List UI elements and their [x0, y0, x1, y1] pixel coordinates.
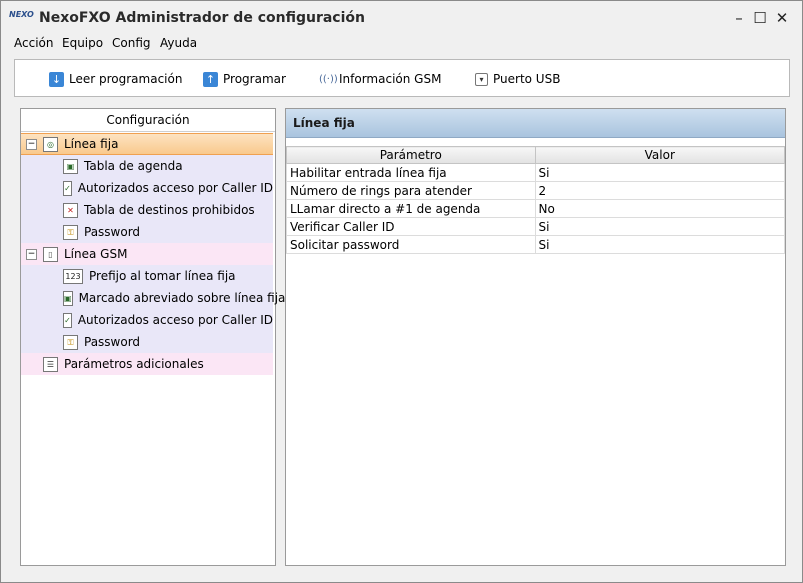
value-cell[interactable]: No — [534, 199, 786, 218]
tree-item-label: Tabla de destinos prohibidos — [84, 203, 255, 217]
phone-icon: ◎ — [43, 136, 58, 152]
tree-item-label: Parámetros adicionales — [64, 357, 204, 371]
tree-item-label: Password — [84, 335, 141, 349]
tree-item-linea-fija[interactable]: − ◎ Línea fija — [21, 133, 273, 155]
tree-item-label: Password — [84, 225, 141, 239]
gsm-info-label: Información GSM — [339, 72, 442, 86]
value-cell[interactable]: Si — [534, 235, 786, 254]
table-row[interactable]: Solicitar password Si — [286, 235, 786, 254]
tree-item-prefijo[interactable]: 123 Prefijo al tomar línea fija — [21, 265, 273, 287]
table-row[interactable]: Número de rings para atender 2 — [286, 181, 786, 200]
numbers-123-icon: 123 — [63, 268, 83, 284]
read-programming-button[interactable]: ↓ Leer programación — [49, 70, 182, 88]
value-cell[interactable]: Si — [534, 217, 786, 236]
table-row[interactable]: LLamar directo a #1 de agenda No — [286, 199, 786, 218]
table-row[interactable]: Verificar Caller ID Si — [286, 217, 786, 236]
menu-accion[interactable]: Acción — [14, 36, 53, 50]
param-cell: Solicitar password — [286, 235, 536, 254]
read-programming-label: Leer programación — [69, 72, 183, 86]
menu-config[interactable]: Config — [112, 36, 151, 50]
tree-item-marcado-abreviado[interactable]: ▣ Marcado abreviado sobre línea fija — [21, 287, 285, 309]
menu-equipo[interactable]: Equipo — [62, 36, 103, 50]
value-cell[interactable]: Si — [534, 163, 786, 182]
toolbar: ↓ Leer programación ↑ Programar ((·)) In… — [14, 59, 790, 97]
parameters-table: Parámetro Valor Habilitar entrada línea … — [286, 146, 786, 254]
column-header-parametro[interactable]: Parámetro — [286, 146, 536, 164]
tree-item-password-fija[interactable]: ⚿ Password — [21, 221, 273, 243]
key-icon: ⚿ — [63, 334, 78, 350]
tree-item-tabla-agenda[interactable]: ▣ Tabla de agenda — [21, 155, 273, 177]
param-cell: Número de rings para atender — [286, 181, 536, 200]
tree-item-label: Tabla de agenda — [84, 159, 183, 173]
tree-item-label: Línea fija — [64, 137, 119, 151]
checkmark-icon: ✓ — [63, 312, 72, 328]
agenda-book-icon: ▣ — [63, 158, 78, 174]
param-cell: Habilitar entrada línea fija — [286, 163, 536, 182]
close-button[interactable]: ✕ — [771, 8, 793, 28]
tree-item-autorizados-gsm[interactable]: ✓ Autorizados acceso por Caller ID — [21, 309, 273, 331]
detail-title: Línea fija — [293, 116, 355, 130]
tree-item-label: Autorizados acceso por Caller ID — [77, 313, 273, 327]
window-title: NexoFXO Administrador de configuración — [39, 10, 365, 26]
title-bar: NEXO NexoFXO Administrador de configurac… — [1, 1, 802, 35]
menu-ayuda[interactable]: Ayuda — [160, 36, 197, 50]
app-window: NEXO NexoFXO Administrador de configurac… — [0, 0, 803, 583]
download-arrow-icon: ↓ — [49, 71, 64, 87]
program-button[interactable]: ↑ Programar — [203, 70, 286, 88]
table-row[interactable]: Habilitar entrada línea fija Si — [286, 163, 786, 182]
minimize-button[interactable]: – — [728, 8, 750, 28]
tree-item-label: Marcado abreviado sobre línea fija — [78, 291, 286, 305]
value-cell[interactable]: 2 — [534, 181, 786, 200]
usb-port-label: Puerto USB — [493, 72, 561, 86]
detail-panel-header: Línea fija — [286, 109, 785, 138]
nexo-logo-icon: NEXO — [9, 10, 34, 19]
tree-header: Configuración — [21, 109, 275, 132]
checkmark-icon: ✓ — [63, 180, 72, 196]
key-icon: ⚿ — [63, 224, 78, 240]
column-header-valor[interactable]: Valor — [534, 146, 786, 164]
tree-item-destinos-prohibidos[interactable]: ✕ Tabla de destinos prohibidos — [21, 199, 273, 221]
gsm-info-button[interactable]: ((·)) Información GSM — [319, 70, 441, 88]
tree-item-label: Prefijo al tomar línea fija — [89, 269, 236, 283]
tree-item-parametros-adicionales[interactable]: ☰ Parámetros adicionales — [21, 353, 273, 375]
param-cell: Verificar Caller ID — [286, 217, 536, 236]
tree-item-linea-gsm[interactable]: − ▯ Línea GSM — [21, 243, 273, 265]
tree-item-password-gsm[interactable]: ⚿ Password — [21, 331, 273, 353]
param-cell: LLamar directo a #1 de agenda — [286, 199, 536, 218]
agenda-book-icon: ▣ — [63, 290, 73, 306]
tree-item-autorizados-fija[interactable]: ✓ Autorizados acceso por Caller ID — [21, 177, 273, 199]
upload-arrow-icon: ↑ — [203, 71, 218, 87]
tree-item-label: Autorizados acceso por Caller ID — [77, 181, 273, 195]
collapse-icon[interactable]: − — [26, 248, 37, 260]
config-tree-panel: Configuración − ◎ Línea fija ▣ Tabla de … — [20, 108, 285, 566]
maximize-button[interactable]: ☐ — [749, 8, 771, 28]
program-label: Programar — [223, 72, 286, 86]
detail-panel: Línea fija Parámetro Valor Habilitar ent… — [285, 108, 786, 566]
collapse-icon[interactable]: − — [26, 138, 37, 150]
mobile-phone-icon: ▯ — [43, 246, 58, 262]
usb-port-button[interactable]: ▾ Puerto USB — [475, 70, 560, 88]
tree-item-label: Línea GSM — [64, 247, 128, 261]
usb-drive-icon: ▾ — [475, 72, 488, 86]
antenna-icon: ((·)) — [319, 73, 338, 85]
prohibited-destination-icon: ✕ — [63, 202, 78, 218]
menu-bar: Acción Equipo Config Ayuda — [1, 35, 802, 55]
settings-list-icon: ☰ — [43, 356, 58, 372]
